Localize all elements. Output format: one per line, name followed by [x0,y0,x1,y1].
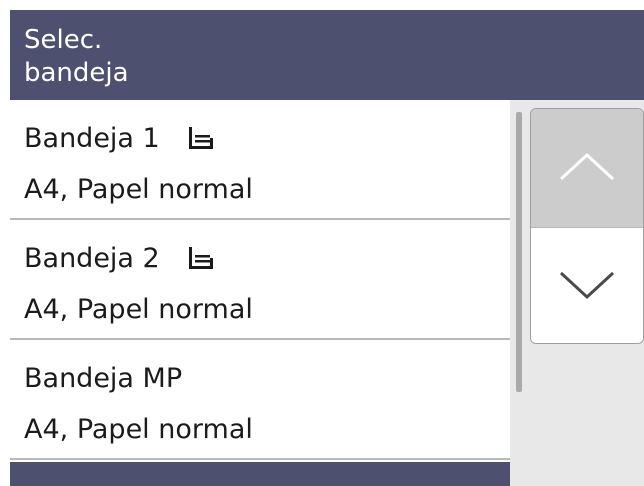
divider [10,458,510,460]
tray-paper-setting: A4, Papel normal [24,173,253,205]
chevron-up-icon [557,149,617,187]
touchscreen: Selec. bandeja Bandeja 1 A4, Papel norma… [0,0,644,486]
next-list-item-partial[interactable] [10,462,510,486]
scroll-buttons [530,108,644,344]
list-item-bandeja-1[interactable]: Bandeja 1 A4, Papel normal [10,100,510,218]
tray-name-row: Bandeja 1 [24,118,216,158]
tray-name: Bandeja 2 [24,242,160,274]
list-item-bandeja-2[interactable]: Bandeja 2 A4, Papel normal [10,220,510,338]
tray-name: Bandeja MP [24,362,183,394]
tray-name: Bandeja 1 [24,122,160,154]
scroll-down-button[interactable] [531,227,643,343]
tray-paper-setting: A4, Papel normal [24,413,253,445]
list-item-bandeja-mp[interactable]: Bandeja MP A4, Papel normal [10,340,510,458]
screen-title: Selec. bandeja [24,25,129,88]
tray-icon [186,123,216,153]
scroll-panel [510,100,644,486]
chevron-down-icon [557,267,617,305]
scrollbar-thumb[interactable] [516,112,522,392]
header-bar: Selec. bandeja [10,10,644,100]
tray-list: Bandeja 1 A4, Papel normal Bandeja 2 A4,… [10,100,510,486]
tray-paper-setting: A4, Papel normal [24,293,253,325]
tray-name-row: Bandeja MP [24,358,182,398]
scroll-up-button[interactable] [531,109,643,227]
tray-name-row: Bandeja 2 [24,238,216,278]
tray-icon [186,243,216,273]
